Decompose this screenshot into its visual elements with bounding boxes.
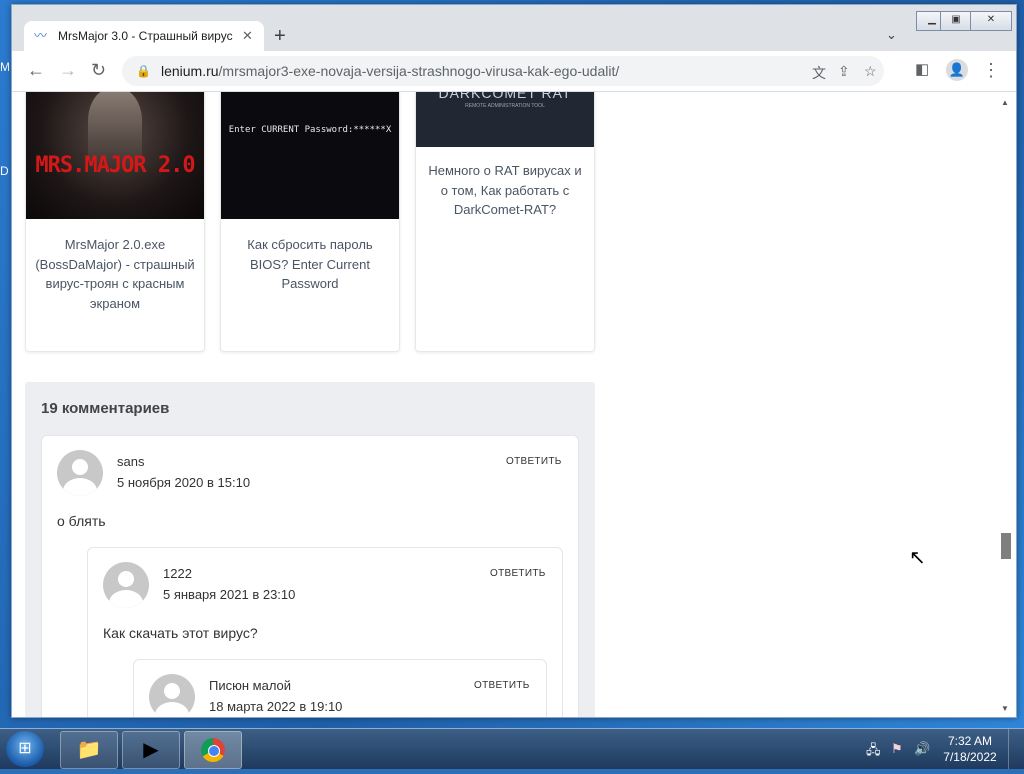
close-window-button[interactable]: ✕ xyxy=(970,11,1012,31)
related-card[interactable]: Enter CURRENT Password:******X Как сброс… xyxy=(220,92,400,352)
card-image-text: MRS.MAJOR 2.0 xyxy=(35,153,195,178)
taskbar-explorer-button[interactable]: 📁 xyxy=(60,731,118,769)
side-panel-icon[interactable]: ◧ xyxy=(915,59,929,81)
card-title[interactable]: MrsMajor 2.0.exe (BossDaMajor) - страшны… xyxy=(34,235,196,313)
maximize-button[interactable]: ▣ xyxy=(940,11,972,31)
avatar xyxy=(149,674,195,717)
forward-icon[interactable]: → xyxy=(59,59,77,81)
folder-icon: 📁 xyxy=(76,739,102,761)
desktop-icon-label: D xyxy=(0,164,9,178)
close-tab-icon[interactable]: ✕ xyxy=(242,28,253,44)
card-title[interactable]: Как сбросить пароль BIOS? Enter Current … xyxy=(229,235,391,294)
tab-search-icon[interactable]: ⌄ xyxy=(886,27,897,43)
system-clock[interactable]: 7:32 AM 7/18/2022 xyxy=(940,733,1000,765)
desktop-icon-label: M xyxy=(0,60,10,74)
url-text[interactable]: lenium.ru/mrsmajor3-exe-novaja-versija-s… xyxy=(161,63,619,79)
comment-author: Писюн малой xyxy=(209,678,292,693)
browser-toolbar: ← → ↻ 🔒 lenium.ru/mrsmajor3-exe-novaja-v… xyxy=(12,51,1016,92)
menu-kebab-icon[interactable]: ⋮ xyxy=(982,59,1000,81)
lock-icon[interactable]: 🔒 xyxy=(136,64,151,78)
comment-reply: Писюн малой 18 марта 2022 в 19:10 ОТВЕТИ… xyxy=(133,659,547,717)
profile-avatar-icon[interactable]: 👤 xyxy=(946,59,968,81)
reply-button[interactable]: ОТВЕТИТЬ xyxy=(506,456,562,467)
media-player-icon: ▶ xyxy=(143,739,159,761)
site-favicon-icon: 〰 xyxy=(34,28,48,43)
taskbar-chrome-button[interactable] xyxy=(184,731,242,769)
scroll-down-icon[interactable]: ▼ xyxy=(1001,704,1009,713)
reply-button[interactable]: ОТВЕТИТЬ xyxy=(474,680,530,691)
avatar xyxy=(103,562,149,608)
clock-time: 7:32 AM xyxy=(947,734,993,748)
avatar xyxy=(57,450,103,496)
comments-section: 19 комментариев sans 5 ноября 2020 в 15:… xyxy=(25,382,595,717)
comment: sans 5 ноября 2020 в 15:10 ОТВЕТИТЬ о бл… xyxy=(41,435,579,717)
network-icon[interactable]: 🖧 xyxy=(866,741,881,763)
scroll-up-icon[interactable]: ▲ xyxy=(1001,98,1009,107)
volume-icon[interactable]: 🔊 xyxy=(914,741,930,757)
taskbar-media-player-button[interactable]: ▶ xyxy=(122,731,180,769)
clock-date: 7/18/2022 xyxy=(943,750,997,764)
scrollbar[interactable]: ▲ ▼ xyxy=(998,92,1014,717)
card-image-text: Enter CURRENT Password:******X xyxy=(228,125,392,135)
comment-text: о блять xyxy=(57,513,106,529)
comment-date[interactable]: 5 января 2021 в 23:10 xyxy=(163,587,295,602)
tab-active[interactable]: 〰 MrsMajor 3.0 - Страшный вирус ✕ xyxy=(24,21,264,51)
browser-window: 〰 MrsMajor 3.0 - Страшный вирус ✕ + ⌄ ▁ … xyxy=(11,4,1017,718)
comment-author: sans xyxy=(117,454,145,469)
card-image[interactable]: Enter CURRENT Password:******X xyxy=(221,92,399,219)
comment-reply: 1222 5 января 2021 в 23:10 ОТВЕТИТЬ Как … xyxy=(87,547,563,717)
comment-text: Как скачать этот вирус? xyxy=(103,625,258,641)
taskbar: ⊞ 📁 ▶ 🖧 ⚑ 🔊 7:32 AM 7/18/2022 xyxy=(0,728,1024,769)
chrome-icon xyxy=(201,738,225,762)
tab-bar: 〰 MrsMajor 3.0 - Страшный вирус ✕ + ⌄ ▁ … xyxy=(12,5,1016,51)
translate-icon[interactable]: 文 xyxy=(812,63,826,83)
comment-date[interactable]: 5 ноября 2020 в 15:10 xyxy=(117,475,250,490)
show-desktop-button[interactable] xyxy=(1008,729,1023,769)
mouse-cursor-icon: ↖ xyxy=(909,547,926,569)
comments-count-heading: 19 комментариев xyxy=(41,400,170,417)
back-icon[interactable]: ← xyxy=(27,59,45,81)
card-title[interactable]: Немного о RAT вирусах и о том, Как работ… xyxy=(424,161,586,220)
card-image-subtext: REMOTE ADMINISTRATION TOOL xyxy=(465,103,545,109)
bookmark-star-icon[interactable]: ☆ xyxy=(864,63,877,80)
action-center-icon[interactable]: ⚑ xyxy=(891,741,903,757)
reply-button[interactable]: ОТВЕТИТЬ xyxy=(490,568,546,579)
card-image-text: DARKCOMET RAT xyxy=(438,92,572,101)
related-card[interactable]: MRS.MAJOR 2.0 MrsMajor 2.0.exe (BossDaMa… xyxy=(25,92,205,352)
card-image[interactable]: DARKCOMET RAT REMOTE ADMINISTRATION TOOL xyxy=(416,92,594,147)
card-image[interactable]: MRS.MAJOR 2.0 xyxy=(26,92,204,219)
new-tab-button[interactable]: + xyxy=(274,25,286,47)
tab-title: MrsMajor 3.0 - Страшный вирус xyxy=(58,29,233,43)
reload-icon[interactable]: ↻ xyxy=(91,59,106,81)
comment-date[interactable]: 18 марта 2022 в 19:10 xyxy=(209,699,342,714)
share-icon[interactable]: ⇪ xyxy=(838,63,850,80)
scrollbar-thumb[interactable] xyxy=(1001,533,1011,559)
related-card[interactable]: DARKCOMET RAT REMOTE ADMINISTRATION TOOL… xyxy=(415,92,595,352)
start-button[interactable]: ⊞ xyxy=(6,731,44,767)
address-bar[interactable]: 🔒 lenium.ru/mrsmajor3-exe-novaja-versija… xyxy=(122,56,884,86)
page-viewport: MRS.MAJOR 2.0 MrsMajor 2.0.exe (BossDaMa… xyxy=(12,92,1016,717)
comment-author: 1222 xyxy=(163,566,192,581)
